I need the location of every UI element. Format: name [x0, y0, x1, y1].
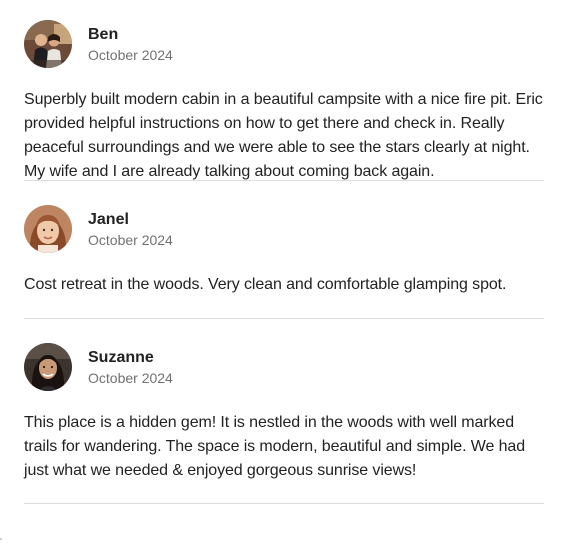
review-header: Janel October 2024 [24, 205, 544, 253]
review-date: October 2024 [88, 231, 173, 248]
review-item: Ben October 2024 Superbly built modern c… [24, 20, 544, 181]
review-date: October 2024 [88, 46, 173, 63]
review-date: October 2024 [88, 369, 173, 386]
review-header: Suzanne October 2024 [24, 343, 544, 391]
reviewer-name: Janel [88, 210, 129, 228]
review-text: This place is a hidden gem! It is nestle… [24, 414, 526, 479]
review-text: Cost retreat in the woods. Very clean an… [24, 276, 507, 293]
avatar[interactable] [24, 343, 72, 391]
avatar[interactable] [24, 205, 72, 253]
review-text: Superbly built modern cabin in a beautif… [24, 91, 543, 180]
reviews-list: Ben October 2024 Superbly built modern c… [24, 20, 544, 504]
reviewer-name: Ben [88, 25, 119, 43]
reviewer-name: Suzanne [88, 348, 154, 366]
avatar[interactable] [24, 20, 72, 68]
edge-artifact [0, 538, 2, 540]
ben-avatar-photo [24, 20, 72, 68]
reviewer-meta: Suzanne October 2024 [88, 348, 173, 387]
reviewer-meta: Janel October 2024 [88, 210, 173, 249]
review-item: Suzanne October 2024 This place is a hid… [24, 343, 544, 504]
suzanne-avatar-photo [24, 343, 72, 391]
review-item: Janel October 2024 Cost retreat in the w… [24, 205, 544, 319]
reviewer-meta: Ben October 2024 [88, 25, 173, 64]
janel-avatar-photo [24, 205, 72, 253]
review-header: Ben October 2024 [24, 20, 544, 68]
